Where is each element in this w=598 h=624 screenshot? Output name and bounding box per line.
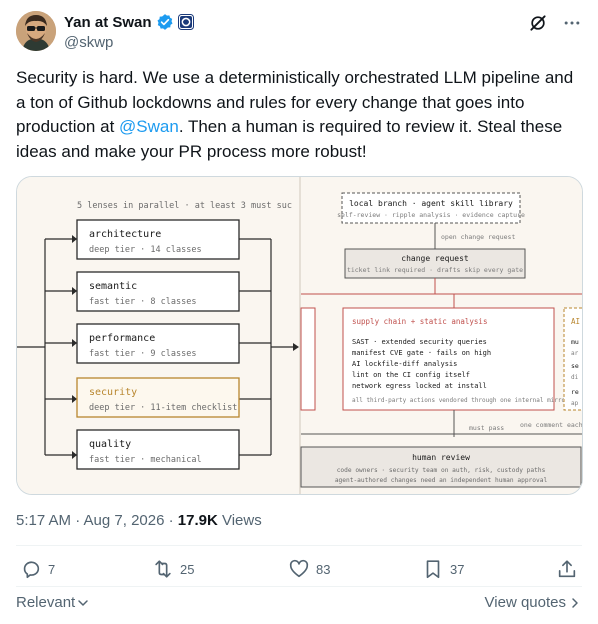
supply-item: lint on the CI config itself — [352, 371, 470, 379]
lens-detail: fast tier · 9 classes — [89, 349, 196, 359]
pipeline-diagram: 5 lenses in parallel · at least 3 must s… — [17, 177, 582, 494]
open-change-label: open change request — [441, 233, 515, 241]
tweet-media-image[interactable]: 5 lenses in parallel · at least 3 must s… — [16, 176, 583, 495]
views-label: Views — [217, 512, 262, 529]
sort-label: Relevant — [16, 594, 76, 611]
change-request-box: change request ticket link required · dr… — [344, 248, 526, 279]
like-count: 83 — [316, 561, 331, 577]
reply-count: 7 — [48, 561, 56, 577]
share-button[interactable] — [556, 558, 578, 580]
supply-footer: all third-party actions vendored through… — [352, 397, 569, 404]
lens-detail: fast tier · mechanical — [89, 455, 202, 465]
lens-name: security — [89, 387, 137, 398]
chevron-right-icon — [572, 597, 578, 608]
human-review-title: human review — [412, 453, 470, 462]
repost-button[interactable]: 25 — [152, 558, 194, 580]
chevron-down-icon — [78, 599, 88, 606]
avatar[interactable] — [16, 11, 56, 51]
right-partial-line: ar — [571, 350, 579, 357]
right-partial-line: di — [571, 374, 579, 381]
right-partial-box: AI mu ar se di re ap — [563, 307, 582, 411]
timestamp[interactable]: 5:17 AM · Aug 7, 2026 · — [16, 512, 178, 529]
divider — [16, 586, 582, 587]
supply-chain-box: supply chain + static analysis SAST · ex… — [342, 307, 569, 411]
view-quotes-label: View quotes — [484, 594, 566, 611]
supply-item: network egress locked at install — [352, 382, 487, 390]
lens-performance: performance fast tier · 9 classes — [76, 323, 240, 364]
change-request-sub: ticket link required · drafts skip every… — [347, 266, 523, 274]
local-branch-box: local branch · agent skill library self-… — [337, 192, 525, 224]
must-pass-label: must pass — [469, 424, 504, 432]
tweet-meta: 5:17 AM · Aug 7, 2026 · 17.9K Views — [16, 512, 262, 529]
change-request-title: change request — [401, 254, 469, 263]
view-quotes-link[interactable]: View quotes — [485, 594, 580, 611]
lens-name: architecture — [89, 229, 161, 240]
more-options-icon[interactable] — [562, 13, 582, 33]
name-row: Yan at Swan — [64, 13, 194, 31]
header-actions — [528, 13, 582, 33]
reply-button[interactable]: 7 — [20, 558, 55, 580]
grok-icon[interactable] — [528, 13, 548, 33]
supply-item: SAST · extended security queries — [352, 338, 487, 346]
like-button[interactable]: 83 — [288, 558, 330, 580]
bookmark-button[interactable]: 37 — [422, 558, 464, 580]
human-review-line: code owners · security team on auth, ris… — [337, 467, 546, 474]
lens-architecture: architecture deep tier · 14 classes — [76, 219, 240, 260]
lens-security: security deep tier · 11-item checklist — [76, 377, 240, 418]
one-comment-label: one comment each — [520, 421, 582, 429]
lens-name: performance — [89, 333, 155, 344]
supply-item: AI lockfile-diff analysis — [352, 360, 457, 368]
display-name[interactable]: Yan at Swan — [64, 14, 152, 31]
lens-detail: deep tier · 14 classes — [89, 245, 202, 255]
human-review-box: human review code owners · security team… — [300, 446, 582, 488]
repost-count: 25 — [180, 561, 195, 577]
right-partial-line: se — [571, 362, 579, 370]
lens-detail: deep tier · 11-item checklist — [89, 403, 237, 413]
local-branch-title: local branch · agent skill library — [349, 199, 513, 208]
view-count: 17.9K — [177, 512, 218, 529]
action-bar: 7 25 83 37 — [16, 558, 582, 588]
right-partial-line: re — [571, 388, 579, 396]
swan-affiliate-icon[interactable] — [177, 14, 194, 30]
heart-icon — [289, 559, 309, 578]
sort-dropdown[interactable]: Relevant — [16, 594, 89, 611]
supply-item: manifest CVE gate · fails on high — [352, 349, 491, 357]
verified-badge-icon[interactable] — [156, 13, 174, 31]
tweet-header: Yan at Swan @skwp — [16, 11, 582, 55]
local-branch-sub: self-review · ripple analysis · evidence… — [337, 211, 525, 219]
lens-detail: fast tier · 8 classes — [89, 297, 196, 307]
reply-icon — [23, 561, 40, 579]
lens-quality: quality fast tier · mechanical — [76, 429, 240, 470]
human-review-line: agent-authored changes need an independe… — [335, 477, 548, 484]
tweet-text: Security is hard. We use a deterministic… — [16, 66, 582, 164]
lenses-title: 5 lenses in parallel · at least 3 must s… — [77, 201, 292, 211]
right-partial-line: ap — [571, 400, 579, 407]
repost-icon — [155, 560, 171, 578]
right-partial-line: mu — [571, 338, 579, 346]
mention-link[interactable]: @Swan — [119, 117, 179, 136]
lens-name: quality — [89, 439, 131, 450]
avatar-image — [16, 11, 56, 51]
bookmark-icon — [426, 560, 440, 579]
supply-chain-title: supply chain + static analysis — [352, 317, 487, 326]
left-partial-box — [300, 307, 316, 411]
handle[interactable]: @skwp — [64, 34, 113, 51]
lens-semantic: semantic fast tier · 8 classes — [76, 271, 240, 312]
bookmark-count: 37 — [450, 561, 465, 577]
share-icon — [558, 560, 576, 578]
lens-name: semantic — [89, 281, 137, 292]
divider — [16, 545, 582, 546]
right-partial-title: AI — [571, 317, 580, 326]
